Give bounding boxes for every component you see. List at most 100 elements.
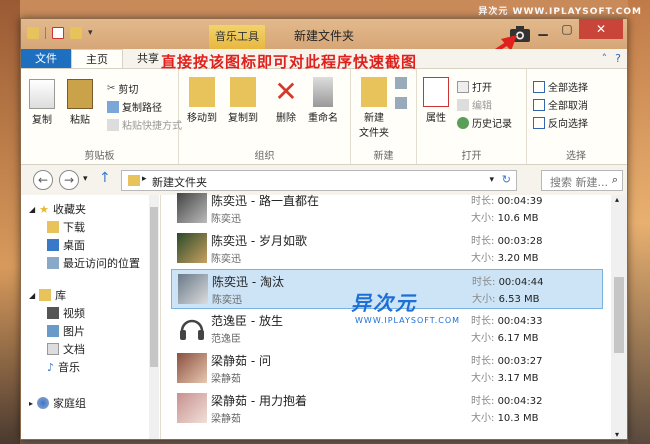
file-duration: 时长: 00:04:39 (471, 196, 543, 207)
chevron-up-icon[interactable]: ˄ (602, 52, 608, 65)
navigation-pane: ◢ ★ 收藏夹 下载 桌面 最近访问的位置 ◢ 库 视频 图片 文档 ♪ 音乐 … (21, 195, 161, 439)
file-duration: 时长: 00:04:32 (471, 396, 543, 407)
file-row[interactable]: 梁静茹 - 用力抱着 梁静茹 时长: 00:04:32 大小: 10.3 MB (171, 389, 603, 429)
headphones-icon (180, 319, 204, 340)
file-title: 陈奕迅 - 路一直都在 (211, 194, 319, 208)
scissors-icon: ✂ (107, 83, 116, 94)
window-controls: ▁ ▢ ✕ (531, 19, 623, 39)
file-list-scroll-thumb[interactable] (614, 277, 624, 353)
select-all-button[interactable]: 全部选择 (533, 79, 588, 94)
nav-downloads[interactable]: 下载 (47, 219, 85, 235)
nav-desktop[interactable]: 桌面 (47, 237, 85, 253)
title-bar: ▾ 音乐工具 新建文件夹 ▁ ▢ ✕ (21, 19, 627, 49)
paste-button[interactable]: 粘贴 (65, 79, 95, 126)
new-group-label: 新建 (373, 151, 394, 162)
properties-large-icon (423, 77, 449, 107)
edit-button[interactable]: 编辑 (457, 97, 492, 112)
nav-favorites[interactable]: ◢ ★ 收藏夹 (29, 201, 86, 217)
content-area: ◢ ★ 收藏夹 下载 桌面 最近访问的位置 ◢ 库 视频 图片 文档 ♪ 音乐 … (21, 193, 627, 439)
nav-recent-places[interactable]: 最近访问的位置 (47, 255, 140, 271)
search-icon[interactable]: ⌕ (612, 173, 618, 187)
file-size: 大小: 10.6 MB (471, 213, 539, 224)
search-input[interactable]: 搜索 新建... ⌕ (541, 170, 623, 191)
close-button[interactable]: ✕ (579, 19, 623, 39)
easy-access-icon (395, 97, 407, 109)
invert-selection-button[interactable]: 反向选择 (533, 115, 588, 130)
copy-icon (29, 79, 55, 109)
organize-group-label: 组织 (254, 151, 275, 162)
folder-icon (128, 175, 140, 186)
ribbon: 复制 粘贴 ✂ 剪切 复制路径 粘贴快捷方式 剪贴板 移动到 复制到 ✕ 删除 … (21, 69, 627, 165)
file-duration: 时长: 00:04:33 (471, 316, 543, 327)
album-art-thumbnail (177, 233, 207, 263)
explorer-window: ▾ 音乐工具 新建文件夹 ▁ ▢ ✕ 文件 主页 共享 查看 ˄ ? 直接按该图… (20, 18, 628, 440)
help-icon[interactable]: ? (615, 52, 621, 65)
easy-access-button[interactable] (395, 97, 407, 109)
copy-to-button[interactable]: 复制到 (225, 77, 261, 124)
nav-pictures[interactable]: 图片 (47, 323, 85, 339)
watermark-logo-text: 异次元 (351, 291, 417, 315)
properties-button[interactable]: 属性 (423, 77, 449, 124)
minimize-button[interactable]: ▁ (531, 19, 555, 39)
pictures-icon (47, 325, 59, 337)
music-icon: ♪ (47, 360, 55, 374)
recent-locations-icon[interactable]: ▾ (83, 174, 88, 184)
paste-shortcut-button[interactable]: 粘贴快捷方式 (107, 117, 182, 132)
new-item-button[interactable] (395, 77, 407, 89)
file-title: 梁静茹 - 用力抱着 (211, 394, 307, 408)
desktop-wallpaper-right (628, 0, 650, 444)
file-row[interactable]: 梁静茹 - 问 梁静茹 时长: 00:03:27 大小: 3.17 MB (171, 349, 603, 389)
scroll-up-icon[interactable]: ▴ (615, 195, 619, 204)
help-area: ˄ ? (602, 52, 621, 65)
rename-icon (313, 77, 333, 107)
forward-button[interactable]: → (59, 170, 79, 190)
open-button[interactable]: 打开 (457, 79, 492, 94)
history-icon (457, 116, 469, 129)
new-folder-button[interactable]: 新建 文件夹 (357, 77, 391, 139)
paste-shortcut-icon (107, 118, 119, 131)
breadcrumb-separator-icon: ▸ (142, 174, 147, 184)
maximize-button[interactable]: ▢ (555, 19, 579, 39)
copy-path-button[interactable]: 复制路径 (107, 99, 162, 114)
nav-music[interactable]: ♪ 音乐 (47, 359, 80, 375)
select-none-icon (533, 98, 545, 111)
address-path: 新建文件夹 (152, 176, 207, 189)
open-group: 属性 打开 编辑 历史记录 打开 (417, 69, 527, 164)
file-artist: 陈奕迅 (211, 254, 241, 265)
up-arrow-icon[interactable]: ↑ (99, 170, 111, 186)
select-group-label: 选择 (566, 151, 586, 162)
file-size: 大小: 3.20 MB (471, 253, 539, 264)
file-row[interactable]: 陈奕迅 - 岁月如歌 陈奕迅 时长: 00:03:28 大小: 3.20 MB (171, 229, 603, 269)
center-watermark: 异次元 WWW.IPLAYSOFT.COM (351, 287, 460, 325)
nav-pane-scrollbar[interactable] (149, 195, 159, 439)
paste-icon (67, 79, 93, 109)
select-all-icon (533, 80, 545, 93)
organize-group: 移动到 复制到 ✕ 删除 重命名 组织 (179, 69, 351, 164)
refresh-icon[interactable]: ↻ (502, 173, 511, 186)
copy-to-icon (230, 77, 256, 107)
desktop-icon (47, 239, 59, 251)
scroll-down-icon[interactable]: ▾ (615, 430, 619, 439)
file-list-scrollbar[interactable]: ▴ ▾ (611, 195, 627, 439)
nav-libraries[interactable]: ◢ 库 (29, 287, 66, 303)
address-dropdown-icon[interactable]: ▾ (489, 175, 494, 185)
select-none-button[interactable]: 全部取消 (533, 97, 588, 112)
nav-homegroup[interactable]: ▸ 家庭组 (29, 395, 86, 411)
album-art-thumbnail (178, 274, 208, 304)
tab-home[interactable]: 主页 (71, 49, 123, 68)
copy-button[interactable]: 复制 (27, 79, 57, 126)
file-size: 大小: 6.17 MB (471, 333, 539, 344)
move-to-button[interactable]: 移动到 (185, 77, 219, 124)
history-button[interactable]: 历史记录 (457, 115, 512, 130)
file-duration: 时长: 00:03:27 (471, 356, 543, 367)
delete-button[interactable]: ✕ 删除 (273, 77, 299, 125)
rename-button[interactable]: 重命名 (305, 77, 341, 124)
tab-file[interactable]: 文件 (21, 49, 71, 68)
cut-button[interactable]: ✂ 剪切 (107, 81, 138, 96)
address-bar[interactable]: ▸ 新建文件夹 ▾ ↻ (121, 170, 517, 191)
nav-pane-scroll-thumb[interactable] (150, 207, 158, 367)
file-row[interactable]: 陈奕迅 - 路一直都在 陈奕迅 时长: 00:04:39 大小: 10.6 MB (171, 189, 603, 229)
nav-documents[interactable]: 文档 (47, 341, 85, 357)
back-button[interactable]: ← (33, 170, 53, 190)
nav-videos[interactable]: 视频 (47, 305, 85, 321)
